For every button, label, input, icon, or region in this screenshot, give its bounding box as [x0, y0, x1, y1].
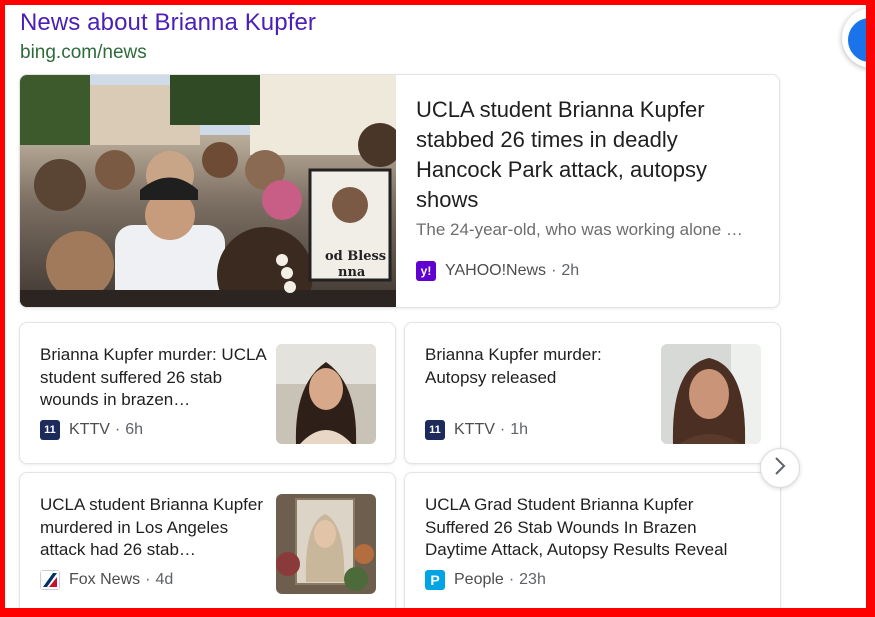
fox11-icon: 11 — [40, 420, 60, 440]
news-card[interactable]: Brianna Kupfer murder: Autopsy released … — [404, 322, 781, 464]
separator-dot: · — [145, 571, 151, 588]
hero-image-crowd-vigil: od Bless nna — [20, 75, 396, 307]
people-icon: P — [425, 570, 445, 590]
hero-headline[interactable]: UCLA student Brianna Kupfer stabbed 26 t… — [416, 95, 756, 215]
timestamp: 6h — [125, 421, 144, 438]
source-name: People — [454, 571, 504, 588]
news-thumbnail[interactable] — [661, 344, 761, 444]
timestamp: 1h — [510, 421, 529, 438]
fox11-icon: 11 — [425, 420, 445, 440]
svg-text:od Bless: od Bless — [325, 249, 386, 264]
source-name: Fox News — [69, 571, 141, 588]
news-source-line: Fox News · 4d — [40, 570, 173, 590]
news-headline[interactable]: UCLA student Brianna Kupfer murdered in … — [40, 494, 268, 562]
news-headline[interactable]: UCLA Grad Student Brianna Kupfer Suffere… — [425, 494, 755, 562]
news-card[interactable]: UCLA Grad Student Brianna Kupfer Suffere… — [404, 472, 781, 617]
chevron-right-icon — [772, 456, 788, 481]
news-thumbnail[interactable] — [276, 494, 376, 594]
source-name: YAHOO!News — [445, 262, 547, 279]
separator-dot: · — [551, 262, 557, 279]
news-card[interactable]: UCLA student Brianna Kupfer murdered in … — [19, 472, 396, 617]
feedback-icon — [848, 18, 875, 62]
yahoo-news-icon: y! — [416, 261, 436, 281]
hero-news-card[interactable]: od Bless nna UCLA student Brianna Kupfer… — [19, 74, 780, 308]
news-card[interactable]: Brianna Kupfer murder: UCLA student suff… — [19, 322, 396, 464]
carousel-next-button[interactable] — [760, 448, 800, 488]
hero-source-line: y! YAHOO!News · 2h — [416, 261, 579, 281]
news-headline[interactable]: Brianna Kupfer murder: Autopsy released — [425, 344, 645, 389]
separator-dot: · — [499, 421, 506, 438]
section-title[interactable]: News about Brianna Kupfer — [20, 9, 316, 37]
news-source-line: 11 KTTV · 1h — [425, 420, 528, 440]
source-name: KTTV — [69, 421, 110, 438]
section-source-url: bing.com/news — [20, 42, 147, 63]
hero-snippet: The 24-year-old, who was working alone … — [416, 220, 743, 239]
news-headline[interactable]: Brianna Kupfer murder: UCLA student suff… — [40, 344, 268, 412]
news-source-line: 11 KTTV · 6h — [40, 420, 143, 440]
separator-dot: · — [114, 421, 121, 438]
news-source-line: P People · 23h — [425, 570, 546, 590]
timestamp: 2h — [561, 262, 580, 279]
source-name: KTTV — [454, 421, 495, 438]
timestamp: 23h — [519, 571, 546, 588]
foxnews-icon — [40, 570, 60, 590]
news-thumbnail[interactable] — [276, 344, 376, 444]
svg-text:nna: nna — [338, 265, 366, 280]
separator-dot: · — [508, 571, 515, 588]
feedback-button[interactable] — [842, 8, 875, 68]
timestamp: 4d — [155, 571, 174, 588]
